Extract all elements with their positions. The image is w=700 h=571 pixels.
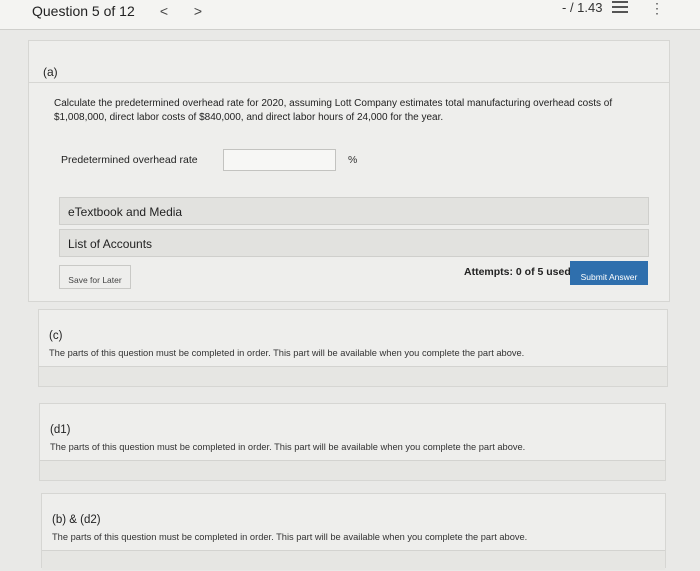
part-b-d2-note: The parts of this question must be compl… [52,532,528,542]
part-b-d2-strip [42,550,665,570]
part-d1-note: The parts of this question must be compl… [50,442,526,452]
part-a-panel: (a) Calculate the predetermined overhead… [28,40,670,302]
save-for-later-button[interactable]: Save for Later [59,265,131,289]
part-c-note: The parts of this question must be compl… [49,348,525,358]
chevron-right-icon[interactable]: > [191,3,205,19]
part-c-strip [39,366,667,386]
question-counter: Question 5 of 12 [32,3,135,19]
part-d1-label: (d1) [50,424,71,436]
part-a-header [29,41,669,83]
part-d1-strip [40,460,665,480]
part-b-d2-label: (b) & (d2) [52,514,101,526]
list-of-accounts-link[interactable]: List of Accounts [59,229,649,257]
list-icon[interactable] [612,0,628,14]
etextbook-link[interactable]: eTextbook and Media [59,197,649,225]
percent-unit: % [348,154,358,166]
submit-answer-button[interactable]: Submit Answer [570,261,648,285]
overhead-rate-label: Predetermined overhead rate [61,154,198,166]
chevron-left-icon[interactable]: < [157,3,171,19]
question-text: Calculate the predetermined overhead rat… [54,98,613,123]
part-b-d2-panel: (b) & (d2) The parts of this question mu… [41,493,666,570]
part-c-panel: (c) The parts of this question must be c… [38,309,668,387]
top-bar: Question 5 of 12 < > - / 1.43 ⋮ [0,0,700,30]
overhead-rate-input[interactable] [223,149,336,171]
attempts-counter: Attempts: 0 of 5 used [464,266,571,278]
score-display: - / 1.43 [562,0,603,15]
part-d1-panel: (d1) The parts of this question must be … [39,403,666,481]
more-options-icon[interactable]: ⋮ [650,0,664,17]
part-c-label: (c) [49,330,63,342]
part-a-label: (a) [43,65,58,79]
